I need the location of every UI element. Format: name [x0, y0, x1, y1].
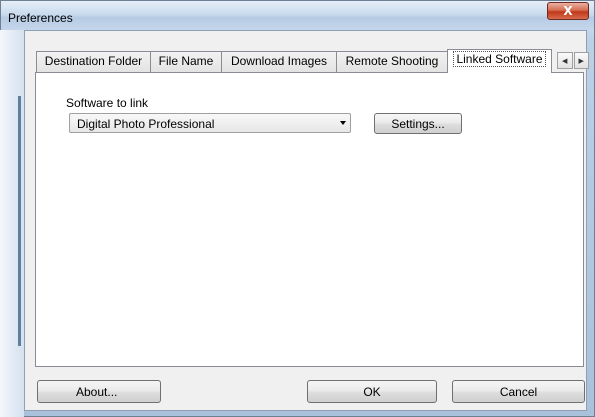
title-bar[interactable]: Preferences X	[1, 1, 594, 31]
chevron-down-icon	[340, 121, 346, 125]
cancel-button-label: Cancel	[499, 384, 538, 399]
ok-button-label: OK	[363, 384, 381, 399]
tab-scroll-left-button[interactable]: ◀	[557, 52, 573, 69]
tab-label: Destination Folder	[44, 54, 143, 68]
tab-scroll-right-button[interactable]: ▶	[573, 52, 589, 69]
tab-scroll-buttons: ◀ ▶	[557, 52, 590, 70]
settings-button-label: Settings...	[391, 116, 445, 131]
window-title: Preferences	[8, 11, 73, 25]
about-button-label: About...	[76, 384, 118, 399]
about-button[interactable]: About...	[37, 380, 161, 403]
tab-label: File Name	[158, 54, 214, 68]
software-select[interactable]: Digital Photo Professional	[69, 113, 351, 133]
software-to-link-label: Software to link	[66, 96, 149, 110]
tab-label: Linked Software	[453, 51, 546, 67]
settings-button[interactable]: Settings...	[374, 113, 462, 134]
close-button[interactable]: X	[547, 2, 589, 20]
close-icon: X	[563, 4, 573, 18]
ok-button[interactable]: OK	[307, 380, 437, 403]
cancel-button[interactable]: Cancel	[452, 380, 585, 403]
tab-file-name[interactable]: File Name	[150, 51, 222, 72]
software-select-value: Digital Photo Professional	[77, 117, 215, 131]
scroll-right-icon: ▶	[578, 56, 584, 65]
tab-linked-software[interactable]: Linked Software	[447, 49, 552, 73]
tab-remote-shooting[interactable]: Remote Shooting	[336, 51, 448, 72]
scroll-left-icon: ◀	[562, 56, 568, 65]
tab-destination-folder[interactable]: Destination Folder	[36, 51, 151, 72]
window-left-accent	[18, 96, 21, 346]
tab-label: Download Images	[230, 54, 328, 68]
tab-label: Remote Shooting	[345, 54, 439, 68]
tab-download-images[interactable]: Download Images	[221, 51, 337, 72]
